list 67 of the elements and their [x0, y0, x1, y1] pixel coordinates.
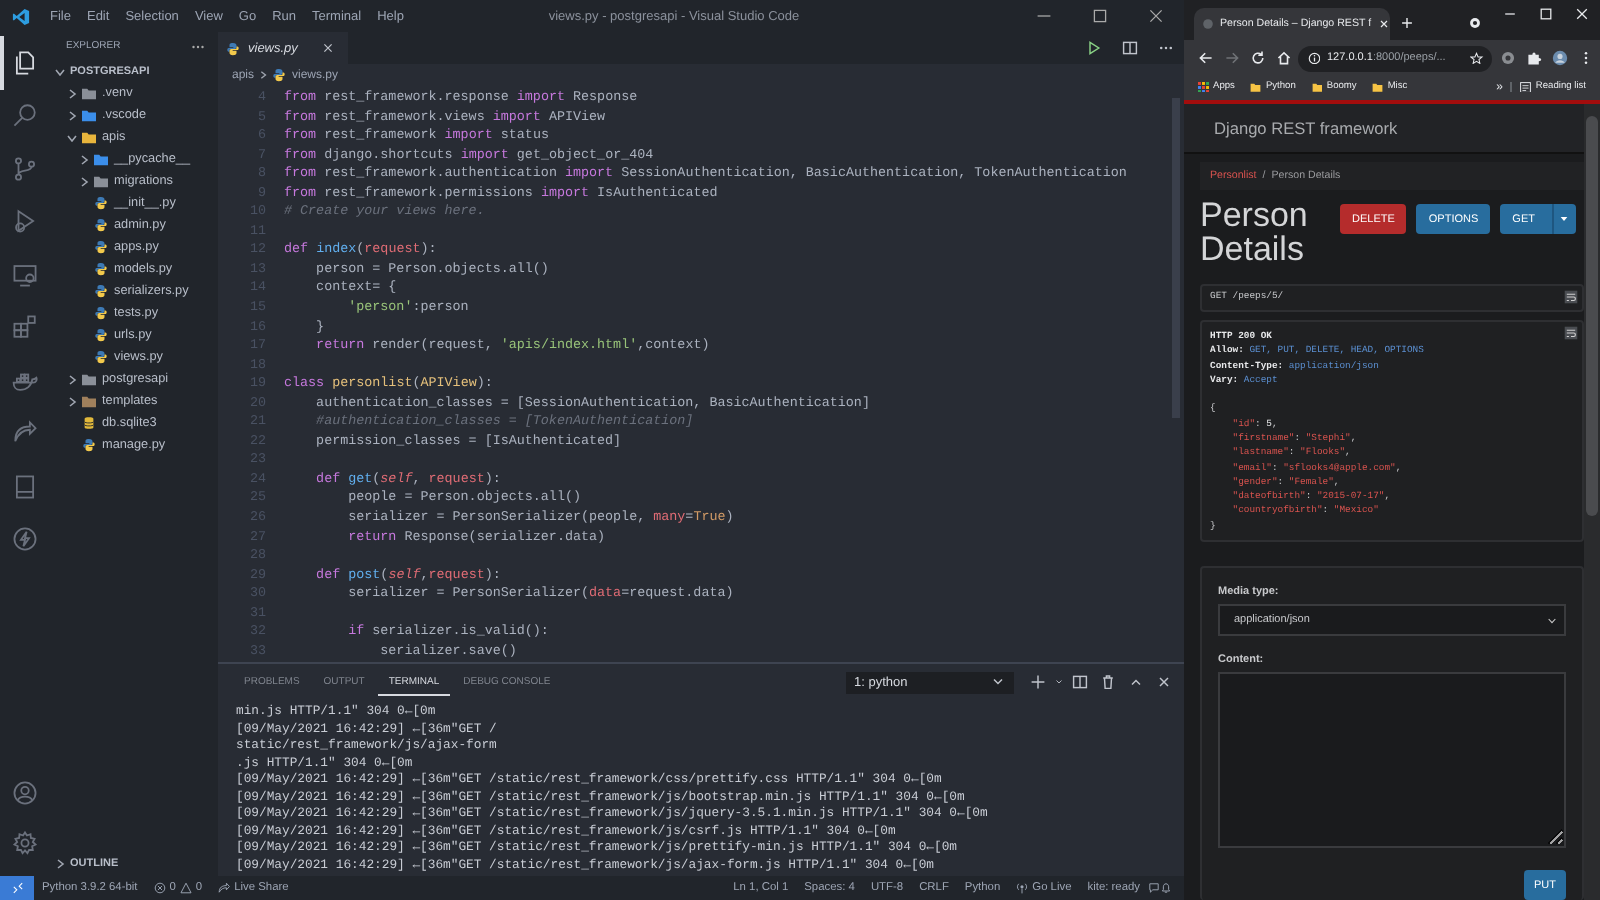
folder-icon — [1372, 81, 1384, 93]
chevron-up-icon[interactable] — [1128, 674, 1144, 690]
play-bug-icon — [11, 208, 37, 235]
python-icon — [94, 306, 108, 320]
book-icon — [11, 473, 37, 500]
database-icon — [82, 416, 96, 430]
info-icon[interactable] — [1307, 51, 1320, 65]
scrollbar[interactable] — [1584, 104, 1600, 900]
broadcast-icon — [1016, 882, 1029, 894]
python-icon — [94, 328, 108, 342]
python-icon — [82, 438, 96, 452]
files-icon — [11, 49, 37, 76]
python-icon — [94, 240, 108, 254]
wrap-lines-icon[interactable] — [1564, 326, 1578, 341]
python-icon — [94, 218, 108, 232]
python-icon — [94, 196, 108, 210]
settings-icon[interactable] — [11, 830, 37, 856]
avatar-icon[interactable] — [1551, 50, 1567, 66]
share-arrow-icon — [218, 882, 231, 894]
python-icon — [272, 68, 287, 82]
close-icon[interactable] — [1148, 8, 1164, 24]
python-icon — [94, 262, 108, 276]
share-arrow-icon — [11, 420, 37, 447]
list-icon — [1520, 81, 1532, 93]
maximize-icon[interactable] — [1092, 8, 1108, 24]
bell-icon[interactable] — [1160, 882, 1172, 894]
grid-icon — [1198, 81, 1209, 93]
close-icon[interactable] — [321, 42, 334, 54]
folder-icon — [1250, 81, 1262, 93]
back-arrow-icon[interactable] — [1197, 50, 1213, 66]
remote-icon — [11, 882, 23, 894]
python-icon — [94, 350, 108, 364]
home-icon[interactable] — [1275, 50, 1291, 66]
caret-icon — [1548, 617, 1556, 623]
folder-icon — [1311, 81, 1323, 93]
caret-icon — [990, 674, 1006, 690]
reload-icon[interactable] — [1249, 50, 1265, 66]
python-icon — [226, 41, 240, 55]
puzzle-icon[interactable] — [1525, 50, 1541, 66]
app-logo-icon — [12, 7, 30, 25]
extension-icon[interactable] — [1499, 50, 1515, 66]
error-icon — [153, 882, 166, 894]
bolt-icon — [11, 526, 37, 553]
split-terminal-icon[interactable] — [1072, 674, 1088, 690]
trash-icon[interactable] — [1100, 674, 1116, 690]
search-icon — [11, 102, 37, 129]
blocks-icon — [11, 314, 37, 341]
content-field[interactable] — [1218, 672, 1566, 848]
chevron-icon — [258, 70, 269, 80]
caret-icon — [1560, 216, 1569, 223]
branch-icon — [11, 155, 37, 182]
star-icon[interactable] — [1470, 51, 1483, 65]
warning-icon — [179, 882, 192, 894]
wrap-lines-icon[interactable] — [1564, 289, 1578, 304]
plus-icon[interactable] — [1030, 674, 1046, 690]
split-editor-icon[interactable] — [1122, 40, 1138, 56]
monitor-icon — [11, 261, 37, 288]
globe-icon — [1202, 18, 1214, 30]
page-title: Person Details — [1200, 198, 1310, 267]
more-icon[interactable] — [190, 43, 206, 49]
feedback-icon[interactable] — [1148, 882, 1160, 894]
brand-title[interactable]: Django REST framework — [1214, 118, 1398, 138]
account-icon[interactable] — [11, 780, 37, 806]
run-icon[interactable] — [1086, 40, 1102, 56]
close-icon[interactable] — [1156, 674, 1172, 690]
python-icon — [94, 284, 108, 298]
record-icon[interactable] — [1468, 16, 1482, 30]
